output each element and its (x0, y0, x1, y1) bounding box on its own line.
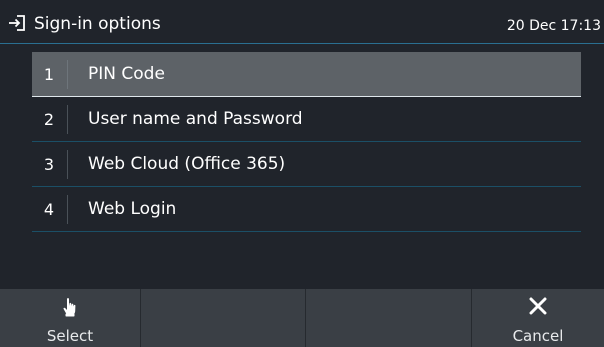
option-divider (67, 150, 68, 179)
option-web-login[interactable]: 4 Web Login (32, 187, 581, 232)
option-pin-code[interactable]: 1 PIN Code (32, 52, 581, 97)
option-divider (67, 60, 68, 89)
option-web-cloud[interactable]: 3 Web Cloud (Office 365) (32, 142, 581, 187)
option-divider (67, 105, 68, 134)
option-username-password[interactable]: 2 User name and Password (32, 97, 581, 142)
hand-pointer-icon (62, 297, 78, 321)
close-icon (529, 297, 547, 319)
empty-softkey-2[interactable] (141, 289, 306, 347)
option-label: PIN Code (88, 64, 165, 84)
cancel-label: Cancel (512, 327, 564, 345)
select-softkey[interactable]: Select (0, 289, 141, 347)
sign-in-options-list: 1 PIN Code 2 User name and Password 3 We… (32, 52, 581, 232)
select-label: Select (46, 327, 94, 345)
title-bar: Sign-in options 20 Dec 17:13 (0, 0, 604, 44)
date-time: 20 Dec 17:13 (506, 18, 601, 34)
option-number: 2 (43, 110, 55, 129)
cancel-softkey[interactable]: Cancel (472, 289, 604, 347)
phone-screen: Sign-in options 20 Dec 17:13 1 PIN Code … (0, 0, 604, 347)
option-number: 4 (43, 200, 55, 219)
option-number: 1 (43, 65, 55, 84)
option-label: Web Login (88, 199, 177, 219)
option-divider (67, 195, 68, 224)
option-label: Web Cloud (Office 365) (88, 154, 286, 174)
option-number: 3 (43, 155, 55, 174)
sign-in-icon (8, 15, 26, 31)
option-label: User name and Password (88, 109, 303, 129)
page-title: Sign-in options (34, 14, 161, 34)
softkey-bar: Select Cancel (0, 289, 604, 347)
empty-softkey-3[interactable] (306, 289, 472, 347)
